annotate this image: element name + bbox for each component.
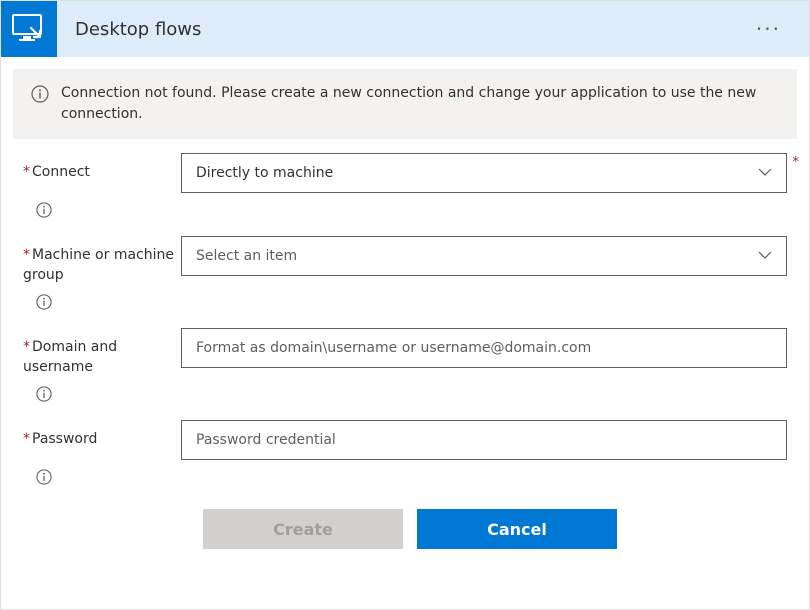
connect-value: Directly to machine <box>196 165 333 181</box>
domain-label: *Domain and username <box>23 328 181 377</box>
required-indicator: * <box>793 155 800 170</box>
page-title: Desktop flows <box>57 19 748 40</box>
info-icon <box>31 85 49 107</box>
machine-placeholder: Select an item <box>196 248 297 264</box>
connection-form: *Connect Directly to machine * *Machine … <box>1 139 809 549</box>
alert-banner: Connection not found. Please create a ne… <box>13 69 797 139</box>
password-info-button[interactable] <box>35 468 53 486</box>
connect-label: *Connect <box>23 153 181 183</box>
connect-select[interactable]: Directly to machine <box>181 153 787 193</box>
cancel-button[interactable]: Cancel <box>417 509 617 549</box>
chevron-down-icon <box>758 248 772 264</box>
alert-message: Connection not found. Please create a ne… <box>61 83 777 125</box>
more-options-button[interactable]: ··· <box>748 13 789 45</box>
password-label: *Password <box>23 420 181 450</box>
machine-info-button[interactable] <box>35 293 53 311</box>
machine-label: *Machine or machine group <box>23 236 181 285</box>
machine-select[interactable]: Select an item <box>181 236 787 276</box>
header: Desktop flows ··· <box>1 1 809 57</box>
connect-info-button[interactable] <box>35 201 53 219</box>
domain-info-button[interactable] <box>35 385 53 403</box>
password-input[interactable] <box>181 420 787 460</box>
desktop-flows-icon <box>1 1 57 57</box>
chevron-down-icon <box>758 165 772 181</box>
domain-username-input[interactable] <box>181 328 787 368</box>
create-button[interactable]: Create <box>203 509 403 549</box>
